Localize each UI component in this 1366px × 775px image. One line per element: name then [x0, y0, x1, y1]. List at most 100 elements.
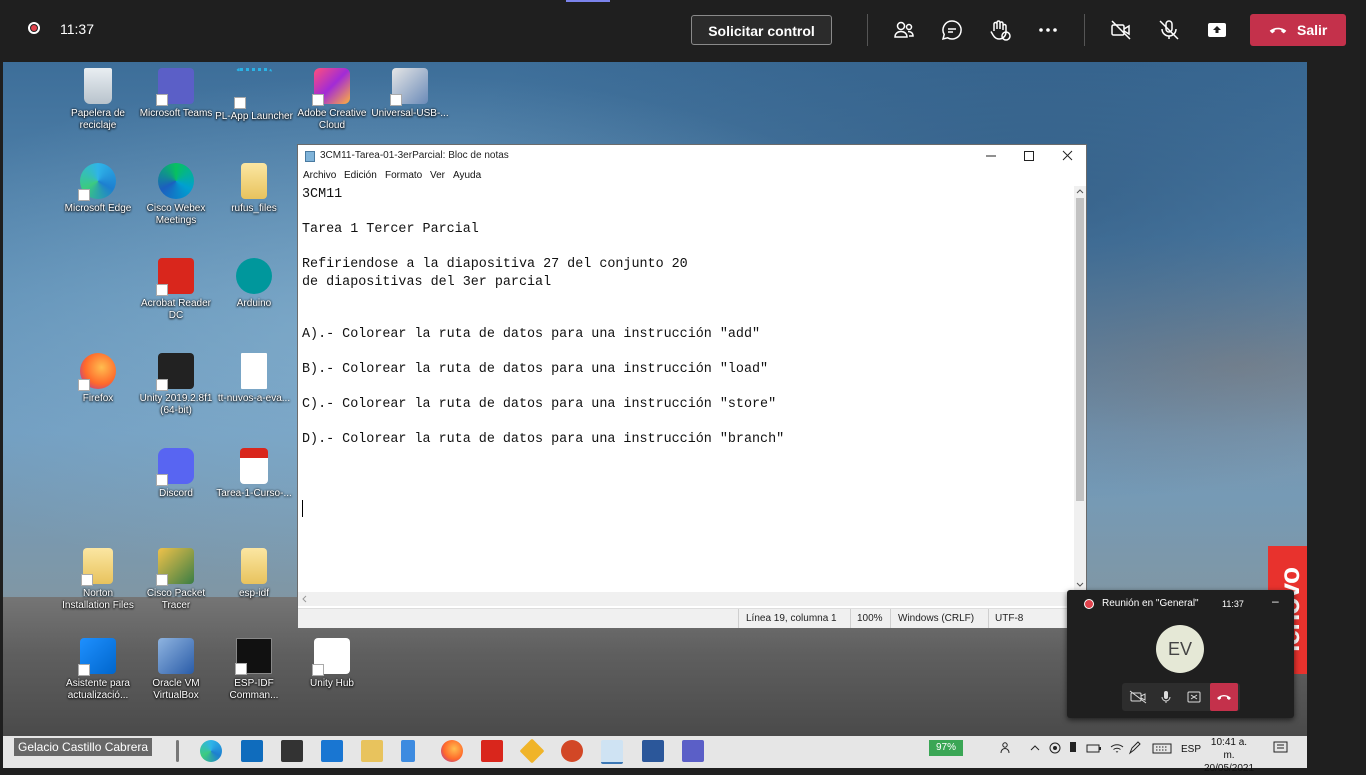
meeting-mini-window[interactable]: Reunión en "General" 11:37 – EV	[1067, 590, 1294, 718]
taskbar-edge-icon[interactable]	[200, 740, 222, 762]
taskbar-acrobat-icon[interactable]	[481, 740, 503, 762]
minimize-button[interactable]	[972, 145, 1010, 167]
desktop-icon-unity-hub[interactable]: Unity Hub	[292, 638, 372, 690]
minimize-icon[interactable]: –	[1272, 594, 1279, 608]
unity-icon	[156, 353, 194, 391]
taskbar-clock[interactable]: 10:41 a. m. 20/05/2021	[1204, 736, 1254, 775]
desktop-icon-packet-tracer[interactable]: Cisco Packet Tracer	[136, 548, 216, 612]
taskbar-powerpoint-icon[interactable]	[561, 740, 583, 762]
desktop-icon-esp-idf[interactable]: esp-idf	[214, 548, 294, 600]
webex-icon	[158, 163, 194, 199]
status-encoding: UTF-8	[995, 613, 1024, 624]
desktop-icon-esp-idf-cmd[interactable]: ESP-IDF Comman...	[214, 638, 294, 702]
clock-time: 10:41 a. m.	[1210, 737, 1248, 761]
desktop-icon-creative-cloud[interactable]: Adobe Creative Cloud	[292, 68, 372, 132]
virtualbox-icon	[158, 638, 194, 674]
keyboard-icon[interactable]	[1152, 741, 1172, 758]
taskbar-phone-icon[interactable]	[401, 740, 415, 762]
scroll-up-icon[interactable]	[1074, 186, 1086, 196]
scroll-left-icon[interactable]	[300, 592, 310, 606]
camera-off-icon[interactable]	[1109, 18, 1133, 42]
desktop-icon-norton[interactable]: Norton Installation Files	[58, 548, 138, 612]
tray-app-icon[interactable]	[1048, 741, 1062, 758]
people-icon[interactable]	[1000, 741, 1014, 758]
desktop-icon-recycle-bin[interactable]: Papelera de reciclaje	[58, 68, 138, 132]
folder-icon	[241, 548, 267, 584]
stop-share-icon[interactable]	[1180, 683, 1208, 711]
hang-up-icon[interactable]	[1210, 683, 1238, 711]
chevron-up-icon[interactable]	[1029, 741, 1041, 758]
desktop-icon-discord[interactable]: Discord	[136, 448, 216, 500]
desktop-icon-webex[interactable]: Cisco Webex Meetings	[136, 163, 216, 227]
desktop-icon-pdf[interactable]: Tarea-1-Curso-...	[214, 448, 294, 500]
participants-icon[interactable]	[892, 18, 916, 42]
share-screen-icon[interactable]	[1205, 18, 1229, 42]
desktop-icon-rufus-files[interactable]: rufus_files	[214, 163, 294, 215]
mic-off-icon[interactable]	[1157, 18, 1181, 42]
edge-icon	[78, 163, 116, 201]
pdf-icon	[240, 448, 268, 484]
chat-icon[interactable]	[940, 18, 964, 42]
close-button[interactable]	[1048, 145, 1086, 167]
notepad-text-area[interactable]: 3CM11 Tarea 1 Tercer Parcial Refiriendos…	[302, 186, 1072, 600]
desktop-icon-acrobat[interactable]: Acrobat Reader DC	[136, 258, 216, 322]
taskbar-launcher-icon[interactable]	[321, 740, 343, 762]
maximize-button[interactable]	[1010, 145, 1048, 167]
clock-date: 20/05/2021	[1204, 763, 1255, 774]
desktop-icon-arduino[interactable]: Arduino	[214, 258, 294, 310]
leave-button[interactable]: Salir	[1250, 14, 1346, 46]
desktop-icon-firefox[interactable]: Firefox	[58, 353, 138, 405]
menu-formato[interactable]: Formato	[385, 170, 422, 181]
pen-icon[interactable]	[1128, 741, 1142, 758]
request-control-button[interactable]: Solicitar control	[691, 15, 832, 45]
taskbar-file-explorer-icon[interactable]	[361, 740, 383, 762]
wifi-icon[interactable]	[1109, 741, 1125, 758]
terminal-icon	[235, 638, 272, 675]
folder-icon	[81, 548, 113, 586]
language-indicator[interactable]: ESP	[1181, 744, 1201, 755]
vertical-scrollbar[interactable]	[1074, 186, 1086, 590]
discord-icon	[156, 448, 194, 486]
horizontal-scrollbar[interactable]	[298, 592, 1074, 606]
desktop-icon-windows-update[interactable]: Asistente para actualizació...	[58, 638, 138, 702]
desktop-icon-unity[interactable]: Unity 2019.2.8f1 (64-bit)	[136, 353, 216, 417]
notepad-title: 3CM11-Tarea-01-3erParcial: Bloc de notas	[320, 150, 509, 161]
recording-icon	[1084, 599, 1094, 609]
usb-icon[interactable]	[1068, 741, 1078, 758]
taskbar-notepad-icon[interactable]	[601, 740, 623, 764]
hang-up-icon	[1269, 27, 1287, 34]
menu-edicion[interactable]: Edición	[344, 170, 377, 181]
more-options-icon[interactable]	[1036, 18, 1060, 42]
scroll-down-icon[interactable]	[1074, 580, 1086, 590]
text-caret	[302, 500, 303, 517]
mic-icon[interactable]	[1152, 683, 1180, 711]
battery-indicator[interactable]: 97%	[929, 740, 963, 756]
firefox-icon	[78, 353, 116, 391]
menu-ver[interactable]: Ver	[430, 170, 445, 181]
menu-archivo[interactable]: Archivo	[303, 170, 336, 181]
desktop-icon-universal-usb[interactable]: Universal-USB-...	[370, 68, 450, 120]
windows-update-icon	[78, 638, 116, 676]
taskbar-teams-icon[interactable]	[682, 740, 704, 762]
battery-icon[interactable]	[1086, 741, 1102, 758]
taskbar-store-icon[interactable]	[281, 740, 303, 762]
notifications-icon[interactable]	[1273, 741, 1289, 758]
unity-hub-icon	[312, 638, 350, 676]
taskbar-word-icon[interactable]	[642, 740, 664, 762]
desktop-icon-virtualbox[interactable]: Oracle VM VirtualBox	[136, 638, 216, 702]
camera-off-icon[interactable]	[1124, 683, 1152, 711]
taskbar-firefox-icon[interactable]	[441, 740, 463, 762]
desktop-icon-edge[interactable]: Microsoft Edge	[58, 163, 138, 215]
desktop-icon-pl-app[interactable]: PL-App Launcher	[214, 68, 294, 123]
taskbar-mail-icon[interactable]	[241, 740, 263, 762]
mini-controls	[1122, 683, 1240, 711]
menu-ayuda[interactable]: Ayuda	[453, 170, 481, 181]
notepad-statusbar: Línea 19, columna 1 100% Windows (CRLF) …	[298, 608, 1086, 628]
notepad-icon	[305, 151, 315, 162]
reactions-icon[interactable]	[988, 18, 1012, 42]
desktop-icon-teams[interactable]: Microsoft Teams	[136, 68, 216, 120]
meeting-time: 11:37	[1222, 599, 1244, 609]
notepad-titlebar[interactable]: 3CM11-Tarea-01-3erParcial: Bloc de notas	[298, 145, 1086, 167]
scrollbar-thumb[interactable]	[1076, 198, 1084, 501]
desktop-icon-text-file[interactable]: tt-nuvos-a-eva...	[214, 353, 294, 405]
